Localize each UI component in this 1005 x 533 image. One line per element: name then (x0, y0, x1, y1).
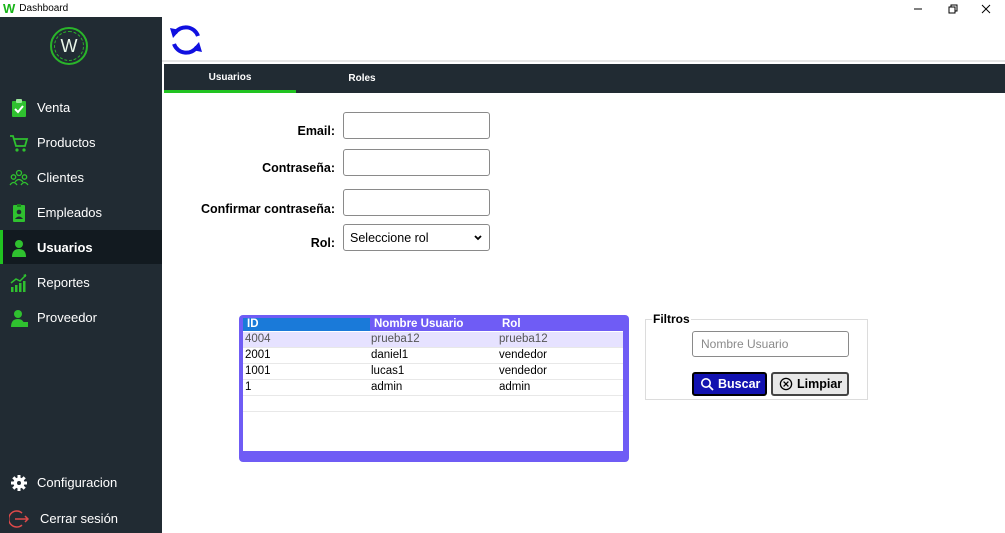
cell-id: 1 (245, 381, 252, 393)
restore-button[interactable] (937, 0, 969, 17)
filter-name-input[interactable] (692, 331, 849, 357)
header-divider (162, 60, 1005, 62)
sidebar-item-productos[interactable]: Productos (0, 125, 162, 159)
tab-usuarios[interactable]: Usuarios (164, 64, 296, 93)
confirm-password-field[interactable] (343, 189, 490, 216)
email-field[interactable] (343, 112, 490, 139)
sidebar-item-label: Venta (37, 100, 71, 115)
cell-rol: vendedor (499, 349, 547, 361)
sidebar-item-empleados[interactable]: Empleados (0, 195, 162, 229)
restore-icon (948, 4, 958, 13)
users-table-frame: ID Nombre Usuario Rol 4004 prueba12 prue… (239, 315, 629, 462)
cell-id: 4004 (245, 333, 271, 345)
sidebar-item-label: Empleados (37, 205, 103, 220)
filters-title: Filtros (652, 312, 691, 326)
cell-nombre-usuario: daniel1 (371, 349, 409, 361)
sidebar: W Venta Productos Clientes Empleados Usu… (0, 17, 162, 533)
column-header-id[interactable]: ID (243, 318, 370, 331)
sidebar-item-clientes[interactable]: Clientes (0, 160, 162, 194)
clear-circle-icon (779, 377, 793, 391)
role-select[interactable]: Seleccione rol (343, 224, 490, 251)
role-label: Rol: (310, 236, 335, 250)
search-button-label: Buscar (718, 377, 761, 391)
column-header-rol[interactable]: Rol (498, 318, 623, 331)
logo-ring (54, 31, 84, 61)
user-supplier-icon (11, 310, 28, 327)
sidebar-item-label: Configuracion (37, 475, 118, 490)
table-row[interactable]: 2001 daniel1 vendedor (243, 348, 623, 364)
sidebar-item-reportes[interactable]: Reportes (0, 265, 162, 299)
refresh-icon[interactable] (168, 22, 204, 58)
sidebar-item-usuarios[interactable]: Usuarios (0, 230, 162, 264)
logout-icon (9, 510, 29, 528)
cell-id: 1001 (245, 365, 271, 377)
users-group-icon (9, 169, 29, 186)
cell-rol: vendedor (499, 365, 547, 377)
sidebar-item-cerrar-sesion[interactable]: Cerrar sesión (0, 501, 162, 533)
user-icon (12, 240, 26, 257)
sidebar-item-venta[interactable]: Venta (0, 90, 162, 124)
sidebar-item-configuracion[interactable]: Configuracion (0, 465, 162, 499)
app-window: W Dashboard W Venta Productos Clientes E… (0, 0, 1005, 533)
gear-icon (11, 475, 27, 491)
sidebar-item-label: Productos (37, 135, 96, 150)
cell-nombre-usuario: admin (371, 381, 403, 393)
chevron-down-icon (474, 235, 482, 241)
sidebar-item-proveedor[interactable]: Proveedor (0, 300, 162, 334)
clipboard-check-icon (12, 99, 26, 117)
tab-roles[interactable]: Roles (296, 64, 428, 93)
cell-rol: prueba12 (499, 333, 548, 345)
title-bar: W Dashboard (0, 0, 1005, 17)
password-field[interactable] (343, 149, 490, 176)
search-icon (701, 378, 714, 391)
brand-logo: W (50, 27, 88, 65)
search-button[interactable]: Buscar (692, 372, 767, 396)
cell-rol: admin (499, 381, 531, 393)
email-label: Email: (297, 124, 335, 138)
sidebar-item-label: Proveedor (37, 310, 97, 325)
minimize-button[interactable] (902, 0, 934, 17)
confirm-password-label: Confirmar contraseña: (200, 202, 335, 216)
users-table[interactable]: ID Nombre Usuario Rol 4004 prueba12 prue… (243, 318, 623, 451)
column-header-nombre-usuario[interactable]: Nombre Usuario (370, 318, 498, 331)
table-row[interactable]: 1 admin admin (243, 380, 623, 396)
shopping-cart-icon (10, 135, 29, 152)
table-header: ID Nombre Usuario Rol (243, 318, 623, 331)
cell-nombre-usuario: lucas1 (371, 365, 405, 377)
password-label: Contraseña: (262, 161, 335, 175)
chart-growth-icon (10, 274, 27, 292)
clear-button[interactable]: Limpiar (771, 372, 849, 396)
sidebar-item-label: Clientes (37, 170, 84, 185)
sidebar-item-label: Usuarios (37, 240, 93, 255)
clear-button-label: Limpiar (797, 377, 843, 391)
sidebar-item-label: Cerrar sesión (40, 511, 119, 526)
role-select-value: Seleccione rol (350, 231, 429, 245)
id-badge-icon (13, 204, 25, 222)
close-button[interactable] (970, 0, 1002, 17)
app-logo-icon: W (3, 0, 16, 16)
table-row[interactable]: 1001 lucas1 vendedor (243, 364, 623, 380)
table-row[interactable]: 4004 prueba12 prueba12 (243, 332, 623, 348)
sidebar-item-label: Reportes (37, 275, 90, 290)
table-row-empty (243, 396, 623, 412)
minimize-icon (914, 8, 922, 9)
close-icon (981, 4, 991, 13)
window-title: Dashboard (19, 3, 69, 14)
cell-nombre-usuario: prueba12 (371, 333, 420, 345)
tab-bar: Usuarios Roles (164, 64, 1005, 93)
cell-id: 2001 (245, 349, 271, 361)
